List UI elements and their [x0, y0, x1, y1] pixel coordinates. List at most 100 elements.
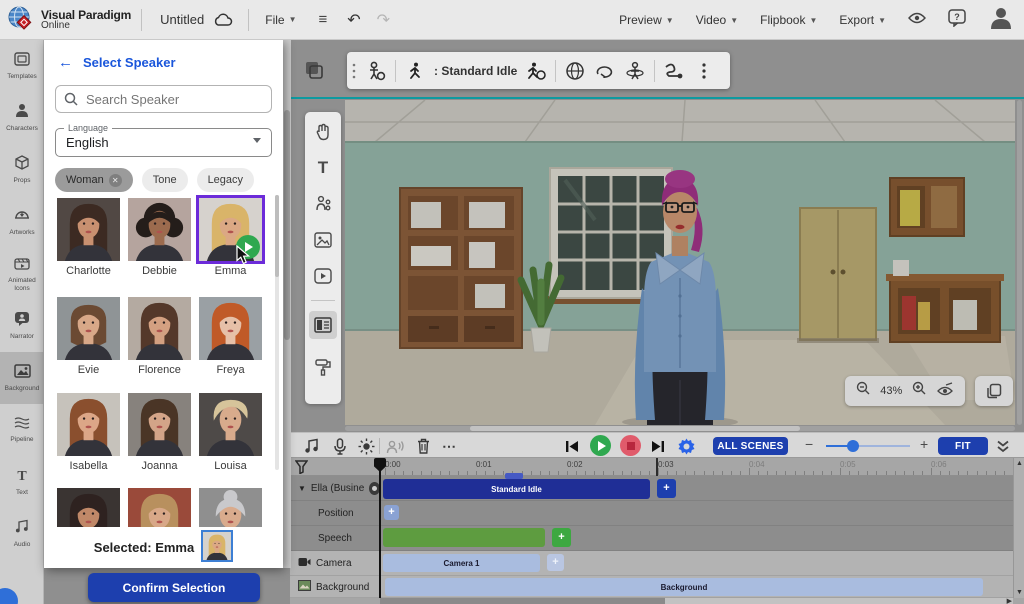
back-arrow-icon[interactable]: ← [58, 54, 73, 71]
speaker-avatar[interactable] [57, 393, 120, 456]
timeline-zoom-in[interactable]: + [920, 436, 928, 452]
collapse-timeline-icon[interactable] [992, 436, 1014, 456]
sidebar-item-templates[interactable]: Templates [0, 40, 44, 92]
visibility-eye-icon[interactable] [908, 11, 926, 29]
speaker-card-emma[interactable]: Emma [199, 198, 262, 277]
duplicate-scene-button[interactable] [975, 376, 1013, 406]
text-tool-icon[interactable]: T [309, 154, 337, 182]
help-icon[interactable]: ? [948, 9, 966, 32]
add-camera-button[interactable]: + [547, 554, 564, 571]
clip-handle[interactable] [505, 473, 523, 479]
timeline-zoom-slider-thumb[interactable] [847, 440, 859, 452]
background-tool-icon[interactable] [309, 311, 337, 339]
sidebar-item-audio[interactable]: Audio [0, 508, 44, 560]
undo-button[interactable]: ↶ [347, 10, 360, 30]
globe-icon[interactable] [560, 56, 590, 86]
preview-eye-icon[interactable] [936, 382, 954, 401]
rotate-icon[interactable] [590, 56, 620, 86]
speaker-avatar[interactable] [199, 393, 262, 456]
add-animation-button[interactable]: + [657, 479, 676, 498]
track-label-background[interactable]: Background [290, 576, 380, 598]
track-label-camera[interactable]: Camera [290, 551, 380, 576]
microphone-icon[interactable] [329, 436, 351, 456]
speaker-card-isabella[interactable]: Isabella [57, 393, 120, 472]
speaker-card-debbie[interactable]: Debbie [128, 198, 191, 277]
export-menu[interactable]: Export▼ [839, 13, 886, 27]
motion-path-icon[interactable] [659, 56, 689, 86]
more-actions-icon[interactable]: ⋯ [438, 436, 460, 456]
brightness-icon[interactable] [355, 436, 377, 456]
add-speech-button[interactable]: + [552, 528, 571, 547]
drag-handle-icon[interactable] [347, 56, 361, 86]
user-avatar[interactable] [988, 5, 1014, 36]
trash-icon[interactable] [412, 436, 434, 456]
filter-chip-woman[interactable]: Woman✕ [55, 168, 133, 192]
timeline-ruler[interactable]: 0:000:010:020:030:040:050:06 [290, 458, 1024, 476]
change-animation-icon[interactable] [521, 56, 551, 86]
grid-scrollbar[interactable] [275, 195, 279, 470]
skip-to-start-icon[interactable] [561, 436, 583, 456]
clip-background[interactable]: Background [385, 578, 983, 596]
stop-button[interactable] [620, 435, 641, 456]
track-label-position[interactable]: Position [290, 501, 380, 526]
speaker-avatar[interactable] [57, 488, 120, 527]
speaker-avatar[interactable] [199, 297, 262, 360]
remove-filter-icon[interactable]: ✕ [109, 174, 122, 187]
speaker-card-florence[interactable]: Florence [128, 297, 191, 376]
speaker-card-partial-10[interactable] [128, 488, 191, 527]
speaker-voice-icon[interactable] [384, 436, 406, 456]
sidebar-item-characters[interactable]: Characters [0, 92, 44, 144]
speaker-card-partial-11[interactable] [199, 488, 262, 527]
layers-icon[interactable] [298, 54, 330, 86]
timeline-zoom-out[interactable]: − [805, 436, 813, 452]
zoom-level[interactable]: 43% [880, 385, 902, 397]
speaker-avatar[interactable] [128, 297, 191, 360]
clip-camera-1[interactable]: Camera 1 [383, 554, 540, 572]
document-title[interactable]: Untitled [160, 12, 204, 27]
music-icon[interactable] [301, 436, 323, 456]
fit-button[interactable]: FIT [938, 437, 988, 455]
speaker-avatar[interactable] [57, 297, 120, 360]
speaker-search[interactable] [55, 85, 272, 113]
play-button[interactable] [590, 435, 611, 456]
speaker-card-partial-9[interactable] [57, 488, 120, 527]
flipbook-menu[interactable]: Flipbook▼ [760, 13, 817, 27]
clip-standard-idle[interactable]: Standard Idle [383, 479, 650, 499]
canvas-vertical-scrollbar[interactable] [1017, 100, 1022, 425]
hand-tool-icon[interactable] [309, 118, 337, 146]
track-label-speech[interactable]: Speech [290, 526, 380, 551]
floating-help-button[interactable] [0, 588, 18, 604]
speaker-card-louisa[interactable]: Louisa [199, 393, 262, 472]
main-menu-icon[interactable]: ≡ [319, 11, 328, 28]
video-tool-icon[interactable] [309, 262, 337, 290]
speaker-avatar[interactable] [128, 393, 191, 456]
character-tool-icon[interactable] [309, 190, 337, 218]
speaker-card-joanna[interactable]: Joanna [128, 393, 191, 472]
speaker-avatar[interactable] [128, 198, 191, 261]
speaker-card-freya[interactable]: Freya [199, 297, 262, 376]
video-menu[interactable]: Video▼ [696, 13, 738, 27]
timeline-horizontal-scrollbar[interactable]: ▶ [380, 598, 1013, 604]
sidebar-item-narrator[interactable]: Narrator [0, 300, 44, 352]
skip-to-end-icon[interactable] [647, 436, 669, 456]
canvas-horizontal-scrollbar[interactable] [345, 426, 1015, 431]
scroll-right-icon[interactable]: ▶ [1007, 597, 1012, 604]
paint-roller-icon[interactable] [309, 353, 337, 381]
canvas-area[interactable]: : Standard Idle [290, 40, 1024, 432]
voice-preview-play-icon[interactable] [236, 235, 260, 259]
speaker-card-evie[interactable]: Evie [57, 297, 120, 376]
rotate-character-icon[interactable] [620, 56, 650, 86]
speaker-avatar[interactable] [199, 198, 262, 261]
redo-button[interactable]: ↷ [377, 10, 390, 30]
language-select[interactable]: Language English [55, 128, 272, 157]
file-menu[interactable]: File▼ [265, 13, 296, 27]
panel-scrollbar[interactable] [283, 40, 291, 568]
collapse-track-icon[interactable]: ▼ [298, 484, 306, 493]
scroll-down-icon[interactable]: ▼ [1014, 589, 1024, 596]
image-tool-icon[interactable] [309, 226, 337, 254]
sidebar-item-background[interactable]: Background [0, 352, 44, 404]
sidebar-item-pipeline[interactable]: Pipeline [0, 404, 44, 456]
add-position-button[interactable]: + [384, 505, 399, 520]
speaker-avatar[interactable] [57, 198, 120, 261]
sidebar-item-artworks[interactable]: Artworks [0, 196, 44, 248]
